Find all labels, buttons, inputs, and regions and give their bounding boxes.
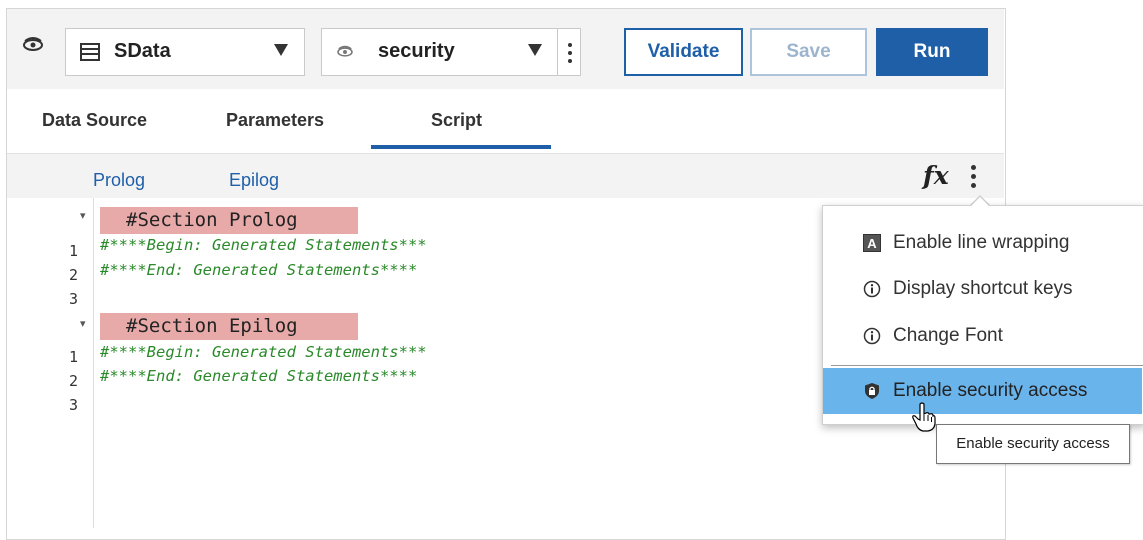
visibility-icon[interactable] (22, 36, 44, 54)
menu-item-change-font[interactable]: Change Font (823, 313, 1142, 359)
chevron-down-icon (528, 44, 542, 56)
hand-pointer-icon (912, 402, 936, 432)
code-line[interactable]: #****End: Generated Statements**** (100, 261, 417, 279)
info-icon (863, 327, 881, 345)
menu-caret (970, 197, 990, 207)
run-button[interactable]: Run (876, 28, 988, 76)
tab-data-source[interactable]: Data Source (42, 110, 147, 131)
more-options-icon[interactable] (968, 163, 978, 191)
code-line[interactable]: #****End: Generated Statements**** (100, 367, 417, 385)
menu-divider (831, 365, 1143, 366)
table-icon (80, 43, 100, 61)
tab-parameters[interactable]: Parameters (226, 110, 324, 131)
info-icon (863, 280, 881, 298)
line-gutter (7, 198, 94, 528)
tab-script[interactable]: Script (431, 110, 482, 131)
menu-item-label: Enable security access (893, 380, 1088, 401)
function-icon[interactable]: fx (923, 161, 949, 190)
validate-button[interactable]: Validate (624, 28, 743, 76)
line-number: 2 (68, 266, 78, 284)
code-line[interactable]: #****Begin: Generated Statements*** (100, 343, 427, 361)
fold-toggle-icon[interactable]: ▾ (80, 317, 86, 330)
line-number: 1 (68, 348, 78, 366)
menu-item-label: Change Font (893, 325, 1003, 346)
divider (557, 29, 558, 75)
fold-toggle-icon[interactable]: ▾ (80, 209, 86, 222)
menu-item-line-wrapping[interactable]: A Enable line wrapping (823, 220, 1142, 266)
tooltip: Enable security access (936, 424, 1130, 464)
script-subbar (7, 154, 1004, 198)
lock-icon (865, 383, 879, 399)
prolog-link[interactable]: Prolog (93, 170, 145, 191)
code-line[interactable]: #****Begin: Generated Statements*** (100, 236, 427, 254)
datasource-dropdown[interactable]: SData (65, 28, 305, 76)
more-options-icon[interactable] (566, 41, 574, 65)
menu-item-shortcut-keys[interactable]: Display shortcut keys (823, 266, 1142, 312)
section-epilog-header: #Section Epilog (100, 313, 358, 340)
menu-item-label: Enable line wrapping (893, 232, 1070, 253)
menu-item-security-access[interactable]: Enable security access (823, 368, 1142, 414)
section-prolog-header: #Section Prolog (100, 207, 358, 234)
active-tab-indicator (371, 145, 551, 149)
svg-text:A: A (867, 236, 877, 251)
line-number: 3 (68, 396, 78, 414)
line-number: 2 (68, 372, 78, 390)
options-menu: A Enable line wrapping Display shortcut … (822, 205, 1143, 425)
datasource-label: SData (114, 40, 171, 62)
menu-item-label: Display shortcut keys (893, 278, 1073, 299)
text-wrap-icon: A (863, 234, 881, 252)
save-button[interactable]: Save (750, 28, 867, 76)
security-dropdown[interactable]: security (321, 28, 581, 76)
line-number: 1 (68, 242, 78, 260)
security-label: security (378, 40, 455, 62)
chevron-down-icon (274, 44, 288, 56)
line-number: 3 (68, 290, 78, 308)
visibility-icon (337, 45, 353, 57)
epilog-link[interactable]: Epilog (229, 170, 279, 191)
